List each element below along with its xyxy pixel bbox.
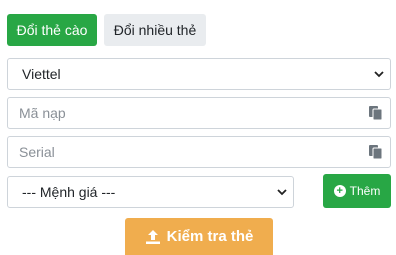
check-card-label: Kiểm tra thẻ xyxy=(166,228,254,245)
check-card-button[interactable]: Kiểm tra thẻ xyxy=(125,218,273,255)
add-card-label: Thêm xyxy=(349,184,381,198)
denomination-selected-value: --- Mệnh giá --- xyxy=(22,184,116,200)
pin-input[interactable]: Mã nạp xyxy=(7,97,391,129)
chevron-down-icon xyxy=(277,189,287,196)
chevron-down-icon xyxy=(374,71,384,78)
copy-icon[interactable] xyxy=(368,144,384,160)
serial-placeholder: Serial xyxy=(19,144,55,160)
tab-single-card[interactable]: Đổi thẻ cào xyxy=(7,14,97,46)
tab-multiple-cards[interactable]: Đổi nhiều thẻ xyxy=(104,14,206,46)
tab-bar: Đổi thẻ cào Đổi nhiều thẻ xyxy=(7,14,206,46)
plus-circle-icon: + xyxy=(333,185,346,197)
denomination-select[interactable]: --- Mệnh giá --- xyxy=(7,176,294,208)
carrier-selected-value: Viettel xyxy=(22,66,61,82)
pin-placeholder: Mã nạp xyxy=(19,105,66,121)
upload-icon xyxy=(145,229,160,244)
carrier-select[interactable]: Viettel xyxy=(7,58,391,90)
copy-icon[interactable] xyxy=(368,105,384,121)
add-card-button[interactable]: + Thêm xyxy=(323,174,391,208)
serial-input[interactable]: Serial xyxy=(7,136,391,168)
